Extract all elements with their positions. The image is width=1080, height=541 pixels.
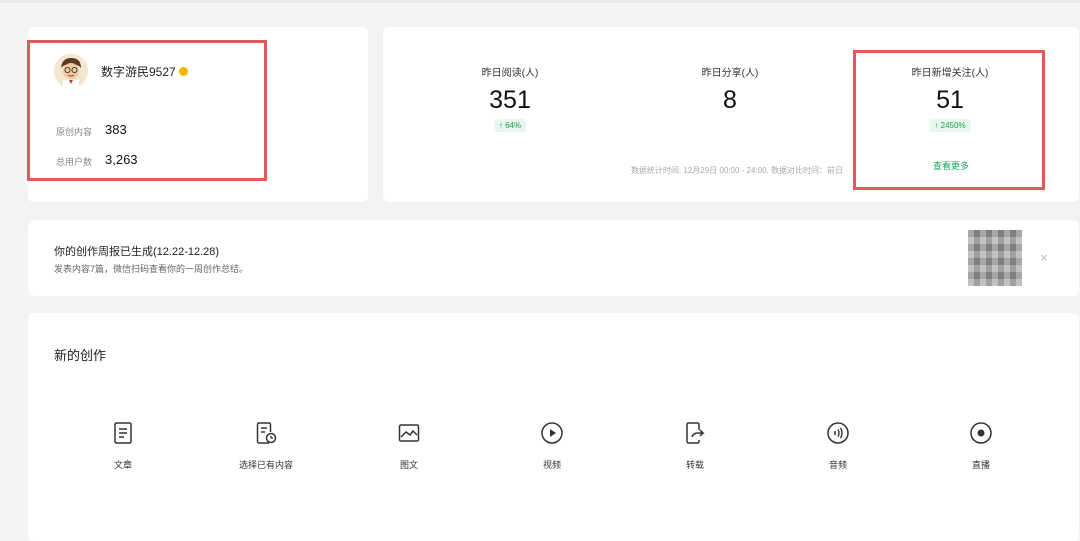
qr-code-image [968, 230, 1022, 286]
tool-live[interactable]: 直播 [936, 421, 1026, 471]
stats-footnote: 数据统计时间: 12月29日 00:00 - 24:00, 数据对比时间：前日 [630, 166, 843, 175]
weekly-report-banner: 你的创作周报已生成(12.22-12.28) 发表内容7篇，微信扫码查看你的一周… [28, 220, 1079, 296]
metric-shares-value: 8 [723, 86, 737, 114]
tool-repost[interactable]: 转载 [650, 421, 740, 471]
tool-audio-label: 音频 [828, 460, 847, 470]
tool-repost-label: 转载 [685, 460, 704, 470]
metric-reads[interactable]: 昨日阅读(人) 351 ↑ 64% [420, 50, 600, 133]
tool-article[interactable]: 文章 [78, 421, 168, 471]
banner-subtitle: 发表内容7篇，微信扫码查看你的一周创作总结。 [54, 264, 249, 274]
audio-icon [827, 422, 849, 444]
tool-audio[interactable]: 音频 [793, 421, 883, 471]
banner-title: 你的创作周报已生成(12.22-12.28) [54, 246, 220, 258]
metric-shares-label: 昨日分享(人) [701, 68, 759, 79]
tool-video[interactable]: 视频 [507, 421, 597, 471]
highlight-box-profile [27, 40, 267, 181]
section-title: 新的创作 [54, 348, 107, 363]
tool-article-label: 文章 [113, 460, 132, 470]
metric-reads-value: 351 [489, 86, 531, 114]
video-icon [541, 422, 563, 444]
article-icon [114, 422, 132, 444]
tool-existing-content[interactable]: 选择已有内容 [221, 421, 311, 471]
tool-image-text[interactable]: 图文 [364, 421, 454, 471]
repost-icon [686, 422, 705, 444]
top-divider [0, 0, 1080, 3]
close-icon[interactable]: × [1040, 250, 1048, 265]
metric-reads-change: ↑ 64% [493, 119, 527, 132]
new-creation-card: 新的创作 文章 选择已有内容 图文 视频 转载 音频 直播 [28, 313, 1079, 541]
tool-live-label: 直播 [971, 460, 990, 470]
metric-shares[interactable]: 昨日分享(人) 8 [640, 50, 820, 114]
highlight-box-follows [853, 50, 1045, 190]
tool-existing-content-label: 选择已有内容 [238, 460, 293, 470]
tool-image-text-label: 图文 [399, 460, 418, 470]
existing-content-icon [256, 422, 277, 444]
tool-video-label: 视频 [542, 460, 561, 470]
metric-reads-label: 昨日阅读(人) [481, 68, 539, 79]
live-icon [970, 422, 992, 444]
image-text-icon [398, 424, 420, 442]
